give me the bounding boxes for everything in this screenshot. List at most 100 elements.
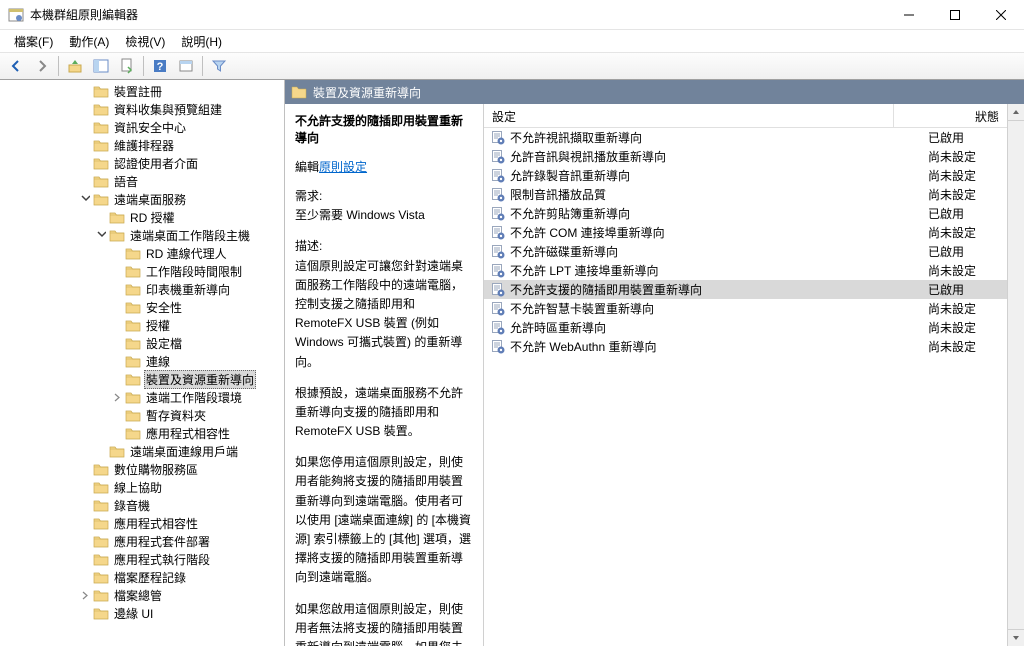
tree-label[interactable]: 遠端桌面工作階段主機: [128, 227, 252, 244]
tree-expand-toggle[interactable]: [110, 390, 124, 404]
tree-node[interactable]: 裝置及資源重新導向: [2, 370, 282, 388]
tree-collapse-toggle[interactable]: [78, 192, 92, 206]
tree-node[interactable]: 設定檔: [2, 334, 282, 352]
list-row[interactable]: 不允許智慧卡裝置重新導向尚未設定: [484, 299, 1024, 318]
tree-node[interactable]: 線上協助: [2, 478, 282, 496]
tree-label[interactable]: 數位購物服務區: [112, 461, 200, 478]
tree-node[interactable]: 邊緣 UI: [2, 604, 282, 622]
menu-file[interactable]: 檔案(F): [6, 31, 61, 52]
export-button[interactable]: [115, 55, 139, 77]
filter-button[interactable]: [207, 55, 231, 77]
list-row[interactable]: 不允許 COM 連接埠重新導向尚未設定: [484, 223, 1024, 242]
tree-node[interactable]: 暫存資料夾: [2, 406, 282, 424]
list-row[interactable]: 不允許支援的隨插即用裝置重新導向已啟用: [484, 280, 1024, 299]
tree-node[interactable]: 安全性: [2, 298, 282, 316]
titlebar: 本機群組原則編輯器: [0, 0, 1024, 30]
forward-button[interactable]: [30, 55, 54, 77]
tree-label[interactable]: 遠端桌面連線用戶端: [128, 443, 240, 460]
tree-collapse-toggle[interactable]: [94, 228, 108, 242]
tree-label[interactable]: 邊緣 UI: [112, 605, 155, 622]
tree-node[interactable]: 應用程式套件部署: [2, 532, 282, 550]
tree-node[interactable]: 遠端桌面服務: [2, 190, 282, 208]
scroll-down-button[interactable]: [1008, 629, 1024, 646]
tree-node[interactable]: 數位購物服務區: [2, 460, 282, 478]
edit-policy-link[interactable]: 原則設定: [319, 160, 367, 174]
tree-label[interactable]: 應用程式相容性: [112, 515, 200, 532]
tree-label[interactable]: 授權: [144, 317, 172, 334]
up-button[interactable]: [63, 55, 87, 77]
tree-node[interactable]: 認證使用者介面: [2, 154, 282, 172]
list-row[interactable]: 允許時區重新導向尚未設定: [484, 318, 1024, 337]
tree-label[interactable]: 安全性: [144, 299, 184, 316]
tree-node[interactable]: 遠端工作階段環境: [2, 388, 282, 406]
tree-label[interactable]: 應用程式相容性: [144, 425, 232, 442]
tree-label[interactable]: 應用程式套件部署: [112, 533, 212, 550]
list-row[interactable]: 不允許 LPT 連接埠重新導向尚未設定: [484, 261, 1024, 280]
tree-label[interactable]: 遠端工作階段環境: [144, 389, 244, 406]
tree-node[interactable]: 資訊安全中心: [2, 118, 282, 136]
tree-label[interactable]: 裝置及資源重新導向: [144, 370, 256, 389]
tree-label[interactable]: 工作階段時間限制: [144, 263, 244, 280]
show-hide-tree-button[interactable]: [89, 55, 113, 77]
tree-label[interactable]: 語音: [112, 173, 140, 190]
tree-label[interactable]: 資訊安全中心: [112, 119, 188, 136]
tree-node[interactable]: 遠端桌面連線用戶端: [2, 442, 282, 460]
tree-label[interactable]: 認證使用者介面: [112, 155, 200, 172]
tree-label[interactable]: 印表機重新導向: [144, 281, 232, 298]
back-button[interactable]: [4, 55, 28, 77]
tree-node[interactable]: 應用程式執行階段: [2, 550, 282, 568]
properties-button[interactable]: [174, 55, 198, 77]
tree-label[interactable]: 資料收集與預覽組建: [112, 101, 224, 118]
tree-node[interactable]: 工作階段時間限制: [2, 262, 282, 280]
list-body[interactable]: 不允許視訊擷取重新導向已啟用允許音訊與視訊播放重新導向尚未設定允許錄製音訊重新導…: [484, 128, 1024, 646]
tree-node[interactable]: RD 連線代理人: [2, 244, 282, 262]
list-row[interactable]: 不允許磁碟重新導向已啟用: [484, 242, 1024, 261]
tree-node[interactable]: 連線: [2, 352, 282, 370]
help-button[interactable]: ?: [148, 55, 172, 77]
tree-node[interactable]: 檔案總管: [2, 586, 282, 604]
tree-node[interactable]: 資料收集與預覽組建: [2, 100, 282, 118]
tree-label[interactable]: 錄音機: [112, 497, 152, 514]
tree-label[interactable]: 檔案總管: [112, 587, 164, 604]
tree-label[interactable]: 設定檔: [144, 335, 184, 352]
tree-label[interactable]: RD 授權: [128, 209, 177, 226]
close-button[interactable]: [978, 0, 1024, 30]
list-row[interactable]: 允許音訊與視訊播放重新導向尚未設定: [484, 147, 1024, 166]
tree-node[interactable]: 授權: [2, 316, 282, 334]
list-row[interactable]: 限制音訊播放品質尚未設定: [484, 185, 1024, 204]
tree-node[interactable]: 裝置註冊: [2, 82, 282, 100]
list-row[interactable]: 允許錄製音訊重新導向尚未設定: [484, 166, 1024, 185]
tree-node[interactable]: RD 授權: [2, 208, 282, 226]
tree-label[interactable]: 線上協助: [112, 479, 164, 496]
list-row[interactable]: 不允許視訊擷取重新導向已啟用: [484, 128, 1024, 147]
tree-node[interactable]: 檔案歷程記錄: [2, 568, 282, 586]
list-row[interactable]: 不允許剪貼簿重新導向已啟用: [484, 204, 1024, 223]
tree-node[interactable]: 應用程式相容性: [2, 514, 282, 532]
tree-expand-toggle[interactable]: [78, 588, 92, 602]
maximize-button[interactable]: [932, 0, 978, 30]
tree-node[interactable]: 語音: [2, 172, 282, 190]
tree-label[interactable]: 連線: [144, 353, 172, 370]
column-status[interactable]: 狀態: [894, 104, 1024, 127]
tree-node[interactable]: 遠端桌面工作階段主機: [2, 226, 282, 244]
tree-node[interactable]: 應用程式相容性: [2, 424, 282, 442]
tree-label[interactable]: 裝置註冊: [112, 83, 164, 100]
menu-help[interactable]: 說明(H): [173, 31, 230, 52]
tree-label[interactable]: 暫存資料夾: [144, 407, 208, 424]
tree-pane[interactable]: 裝置註冊資料收集與預覽組建資訊安全中心維護排程器認證使用者介面語音遠端桌面服務R…: [0, 80, 285, 646]
tree-node[interactable]: 印表機重新導向: [2, 280, 282, 298]
menu-action[interactable]: 動作(A): [61, 31, 117, 52]
tree-node[interactable]: 維護排程器: [2, 136, 282, 154]
tree-node[interactable]: 錄音機: [2, 496, 282, 514]
menu-view[interactable]: 檢視(V): [117, 31, 173, 52]
minimize-button[interactable]: [886, 0, 932, 30]
tree-label[interactable]: RD 連線代理人: [144, 245, 229, 262]
tree-label[interactable]: 遠端桌面服務: [112, 191, 188, 208]
scroll-up-button[interactable]: [1008, 104, 1024, 121]
list-row[interactable]: 不允許 WebAuthn 重新導向尚未設定: [484, 337, 1024, 356]
tree-label[interactable]: 維護排程器: [112, 137, 176, 154]
column-setting[interactable]: 設定: [484, 104, 894, 127]
tree-label[interactable]: 應用程式執行階段: [112, 551, 212, 568]
list-scrollbar[interactable]: [1007, 104, 1024, 646]
tree-label[interactable]: 檔案歷程記錄: [112, 569, 188, 586]
